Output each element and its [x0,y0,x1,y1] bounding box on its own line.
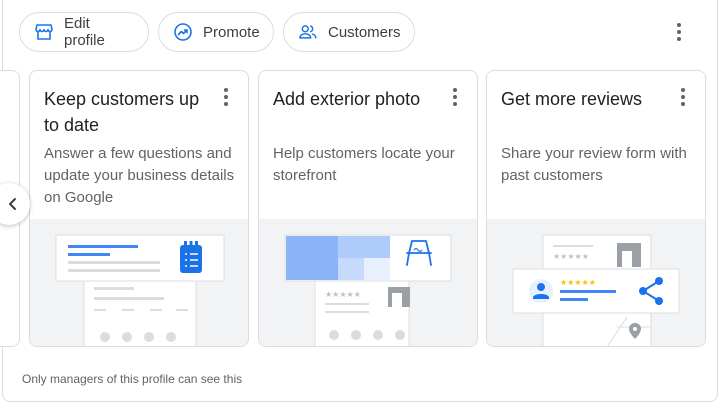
people-icon [298,22,318,42]
edit-profile-button[interactable]: Edit profile [19,12,149,52]
svg-text:★★★★★: ★★★★★ [560,278,596,287]
storefront-photo-illustration: ★★★★★ [259,219,477,346]
suggestion-card-keep-customers-up-to-date[interactable]: Keep customers up to date Answer a few q… [29,70,249,347]
storefront-icon [34,22,54,42]
more-vert-icon [681,88,685,92]
edit-profile-label: Edit profile [64,15,105,49]
review-share-illustration: ★★★★★ ★★★★★ [487,219,705,346]
card-more-button[interactable] [671,85,695,109]
business-details-illustration [30,219,248,346]
more-vert-icon [677,23,681,27]
more-vert-icon [453,88,457,92]
card-more-button[interactable] [214,85,238,109]
customers-button[interactable]: Customers [283,12,415,52]
card-title: Keep customers up to date [44,89,200,135]
suggestion-card-add-exterior-photo[interactable]: Add exterior photo Help customers locate… [258,70,478,347]
card-description: Share your review form with past custome… [501,145,687,184]
card-more-button[interactable] [443,85,467,109]
customers-label: Customers [328,23,401,41]
visibility-note: Only managers of this profile can see th… [22,372,243,386]
svg-text:★★★★★: ★★★★★ [325,290,361,299]
more-vert-icon [224,88,228,92]
trending-up-icon [173,22,193,42]
card-title: Get more reviews [501,89,643,109]
svg-text:★★★★★: ★★★★★ [553,252,589,261]
card-description: Help customers locate your storefront [273,145,455,184]
promote-label: Promote [203,23,260,41]
promote-button[interactable]: Promote [158,12,274,52]
card-description: Answer a few questions and update your b… [44,145,235,206]
chevron-left-icon [6,197,20,211]
more-options-button[interactable] [667,20,691,44]
suggestion-card-get-more-reviews[interactable]: Get more reviews Share your review form … [486,70,706,347]
card-title: Add exterior photo [273,89,421,109]
